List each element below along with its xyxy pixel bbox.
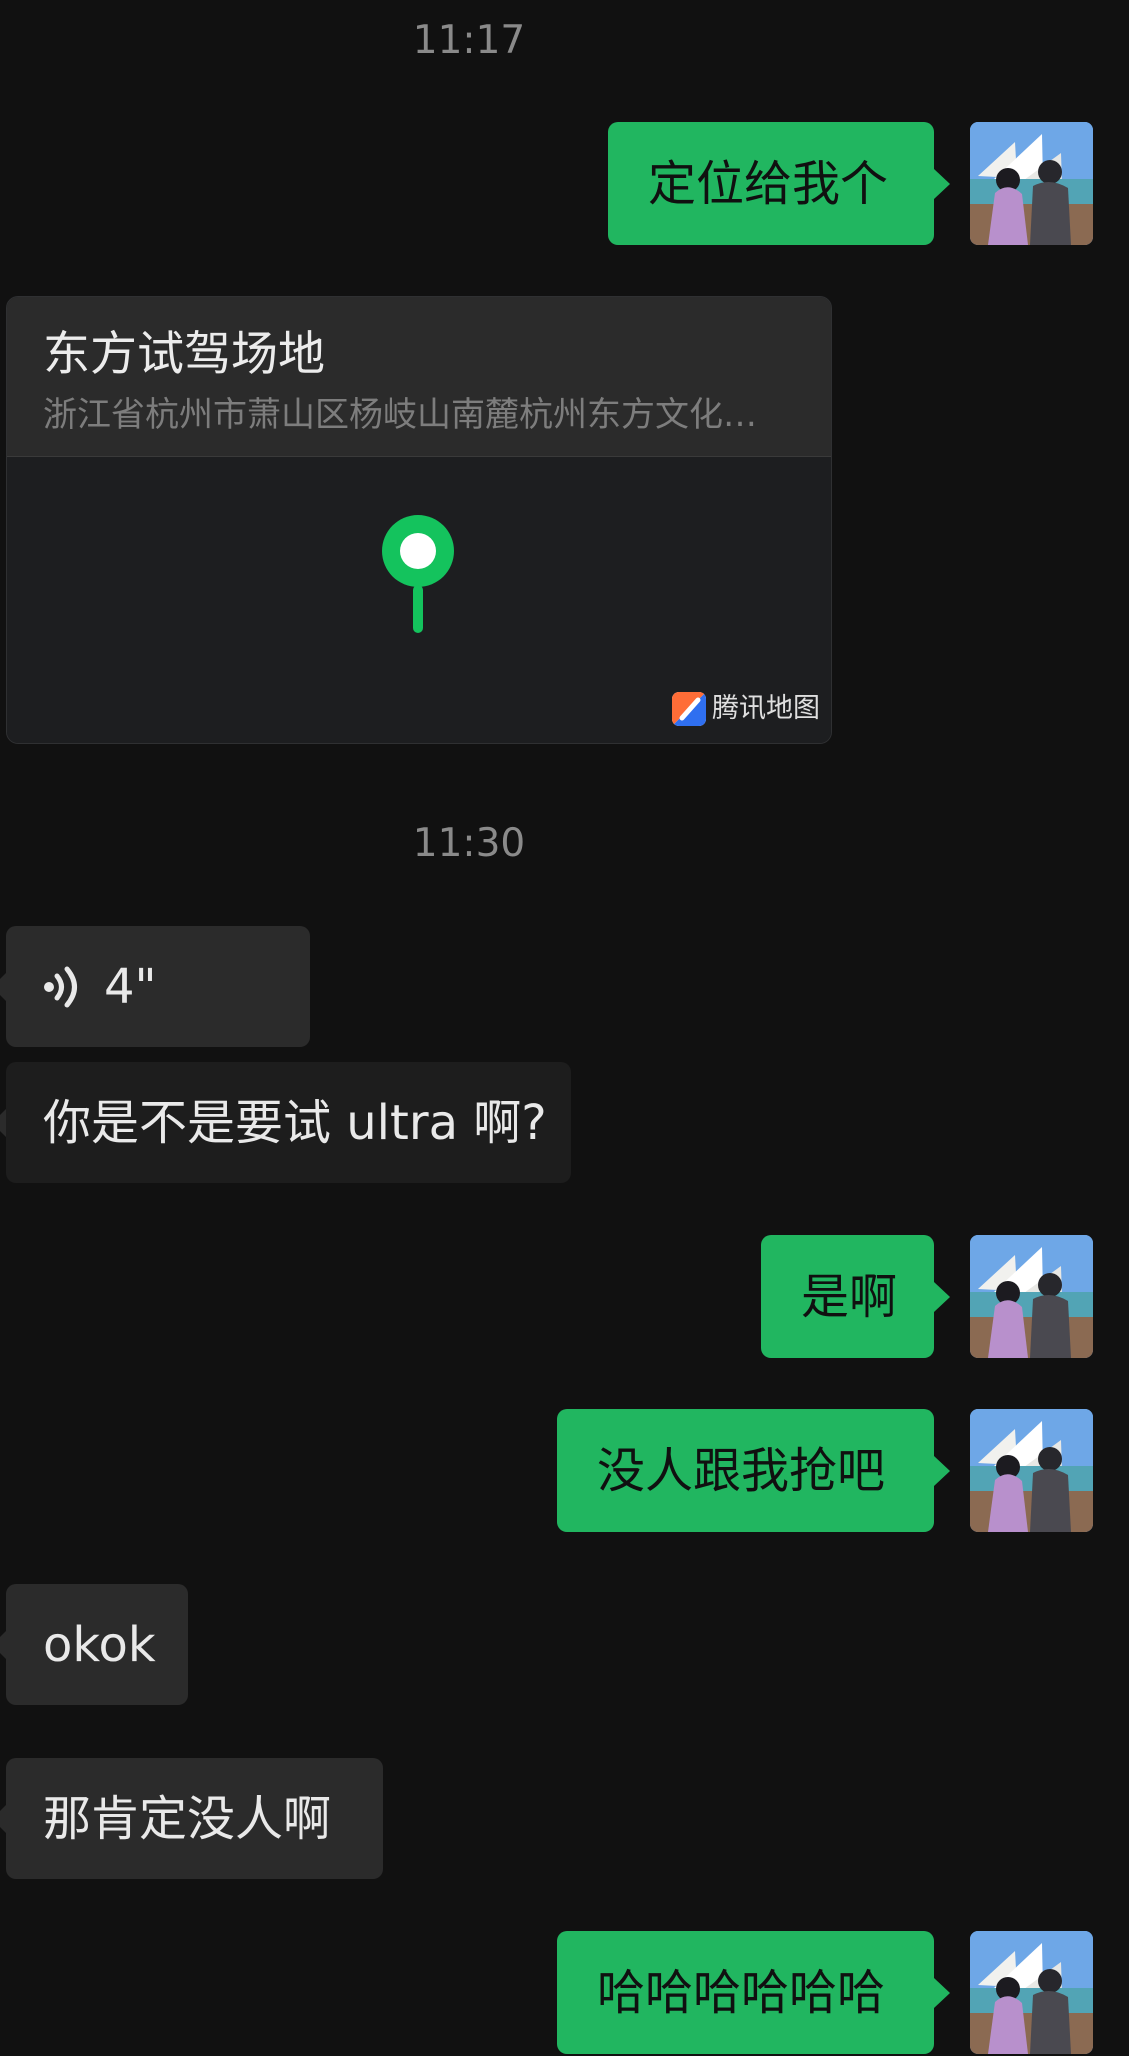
outgoing-message-bubble[interactable]: 哈哈哈哈哈哈 <box>557 1931 934 2054</box>
outgoing-message-bubble[interactable]: 是啊 <box>761 1235 934 1358</box>
voice-duration: 4" <box>104 958 157 1015</box>
message-text: 没人跟我抢吧 <box>597 1442 886 1499</box>
message-text: 哈哈哈哈哈哈 <box>597 1964 886 2021</box>
message-row-outgoing: 定位给我个 <box>0 122 1129 245</box>
user-avatar[interactable] <box>970 122 1093 245</box>
message-text: okok <box>43 1616 156 1673</box>
message-row-outgoing: 哈哈哈哈哈哈 <box>0 1931 1129 2054</box>
voice-message-content: 4" <box>43 958 157 1016</box>
map-provider-logo: 腾讯地图 <box>672 692 820 726</box>
message-text: 是啊 <box>801 1268 898 1325</box>
user-avatar[interactable] <box>970 1235 1093 1358</box>
outgoing-message-bubble[interactable]: 定位给我个 <box>608 122 934 245</box>
outgoing-message-bubble[interactable]: 没人跟我抢吧 <box>557 1409 934 1532</box>
message-text: 那肯定没人啊 <box>43 1790 332 1847</box>
message-text: 定位给我个 <box>648 155 889 212</box>
location-card-header: 东方试驾场地 浙江省杭州市萧山区杨岐山南麓杭州东方文化… <box>7 297 831 457</box>
incoming-message-bubble[interactable]: okok <box>6 1584 188 1705</box>
location-map-preview[interactable]: 腾讯地图 <box>7 457 831 743</box>
couple-opera-house-avatar-icon <box>970 122 1093 245</box>
message-row-outgoing: 是啊 <box>0 1235 1129 1358</box>
couple-opera-house-avatar-icon <box>970 1409 1093 1532</box>
location-title: 东方试驾场地 <box>43 327 325 382</box>
timestamp: 11:17 <box>412 18 526 63</box>
location-message-card[interactable]: 东方试驾场地 浙江省杭州市萧山区杨岐山南麓杭州东方文化… 腾讯地图 <box>6 296 832 744</box>
message-text: 你是不是要试 ultra 啊? <box>43 1094 547 1151</box>
user-avatar[interactable] <box>970 1931 1093 2054</box>
couple-opera-house-avatar-icon <box>970 1931 1093 2054</box>
incoming-message-bubble[interactable]: 那肯定没人啊 <box>6 1758 383 1879</box>
tencent-map-logo-icon <box>672 692 706 726</box>
incoming-voice-message[interactable]: 4" <box>6 926 310 1047</box>
voice-wave-icon <box>44 966 77 1007</box>
incoming-message-bubble[interactable]: 你是不是要试 ultra 啊? <box>6 1062 571 1183</box>
user-avatar[interactable] <box>970 1409 1093 1532</box>
chat-thread: 11:17 定位给我个 东方试驾场地 浙江省杭州市萧山区杨岐山南麓杭州东方文化…… <box>0 0 1129 2056</box>
message-row-outgoing: 没人跟我抢吧 <box>0 1409 1129 1532</box>
map-provider-name: 腾讯地图 <box>712 693 820 724</box>
location-address: 浙江省杭州市萧山区杨岐山南麓杭州东方文化… <box>43 395 757 435</box>
location-pin-icon <box>382 515 454 633</box>
couple-opera-house-avatar-icon <box>970 1235 1093 1358</box>
timestamp: 11:30 <box>412 821 526 866</box>
